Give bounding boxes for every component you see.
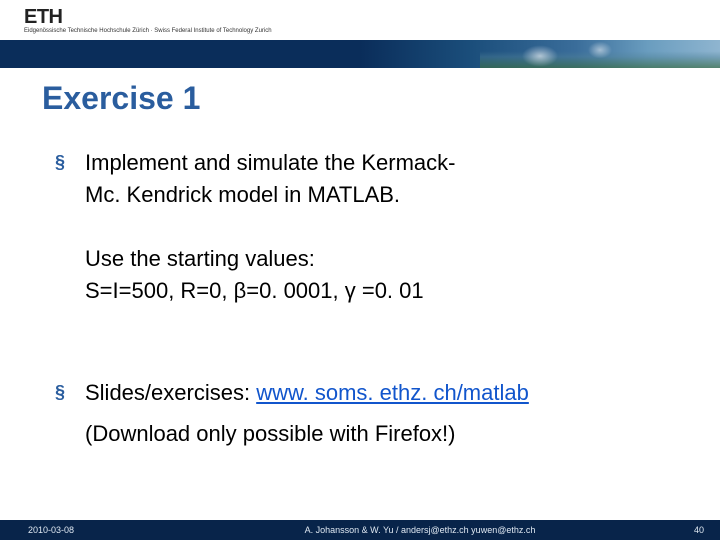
bullet-marker: § — [55, 377, 85, 409]
bullet-1-text: Implement and simulate the Kermack- Mc. … — [85, 147, 456, 211]
slide-content: § Implement and simulate the Kermack- Mc… — [0, 117, 720, 451]
slide-title: Exercise 1 — [0, 62, 720, 117]
use-line1: Use the starting values: — [85, 246, 315, 271]
bullet-2: § Slides/exercises: www. soms. ethz. ch/… — [55, 377, 670, 409]
eth-logo: ETH — [24, 6, 63, 29]
bullet-2-prefix: Slides/exercises: — [85, 380, 256, 405]
bullet-2-text: Slides/exercises: www. soms. ethz. ch/ma… — [85, 377, 529, 409]
footer-date: 2010-03-08 — [0, 525, 170, 535]
bullet-1: § Implement and simulate the Kermack- Mc… — [55, 147, 670, 211]
header-strip — [0, 40, 720, 68]
slide-header: ETH Eidgenössische Technische Hochschule… — [0, 0, 720, 62]
eth-subline: Eidgenössische Technische Hochschule Zür… — [24, 28, 272, 34]
footer-author: A. Johansson & W. Yu / andersj@ethz.ch y… — [170, 525, 670, 535]
header-top: ETH Eidgenössische Technische Hochschule… — [0, 0, 720, 40]
slides-link[interactable]: www. soms. ethz. ch/matlab — [256, 380, 529, 405]
bullet-1-line1: Implement and simulate the Kermack- — [85, 150, 456, 175]
slide-footer: 2010-03-08 A. Johansson & W. Yu / anders… — [0, 520, 720, 540]
bullet-1-line2: Mc. Kendrick model in MATLAB. — [85, 182, 400, 207]
starting-values: Use the starting values: S=I=500, R=0, β… — [85, 243, 670, 307]
use-line2: S=I=500, R=0, β=0. 0001, γ =0. 01 — [85, 278, 424, 303]
footer-page: 40 — [670, 525, 720, 535]
bullet-marker: § — [55, 147, 85, 211]
download-note: (Download only possible with Firefox!) — [85, 417, 670, 451]
